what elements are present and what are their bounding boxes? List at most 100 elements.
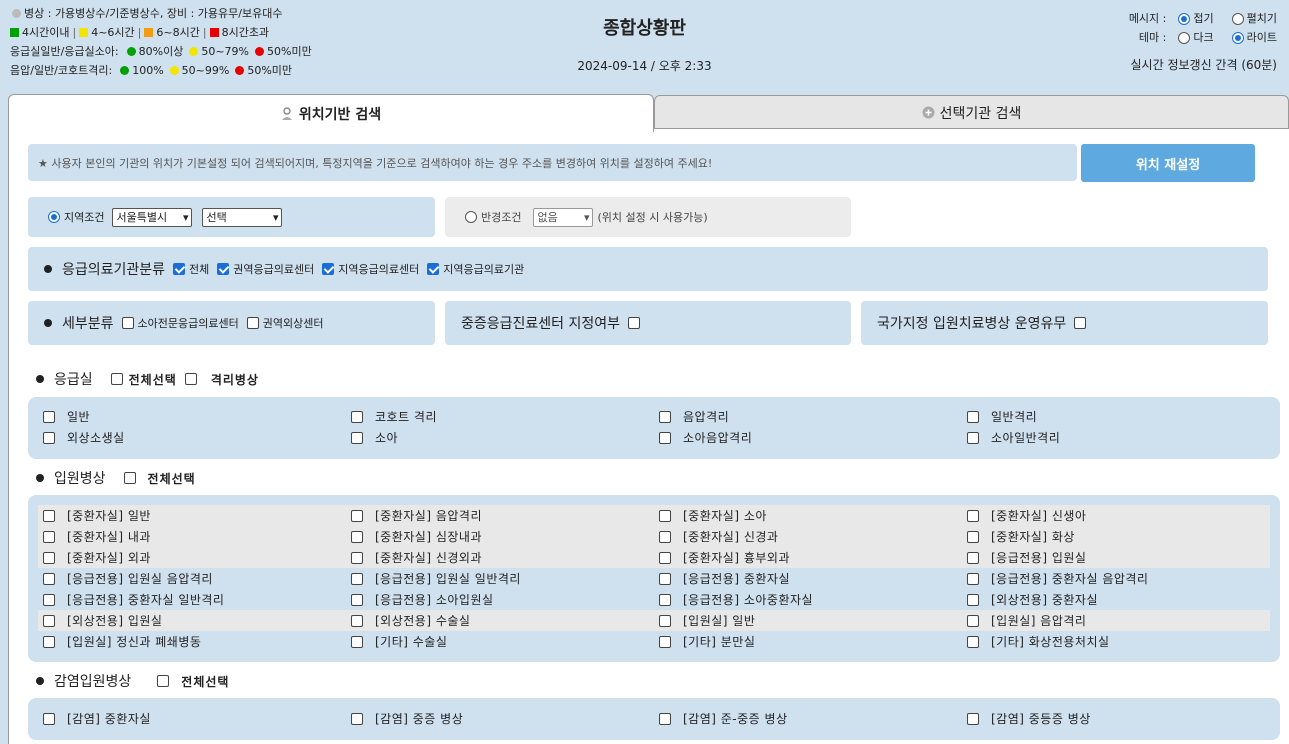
tab-institution-search[interactable]: 선택기관 검색 bbox=[654, 95, 1289, 129]
inpatient-checkbox[interactable] bbox=[351, 593, 363, 606]
inpatient-checkbox[interactable] bbox=[967, 635, 979, 648]
er-title: 응급실 bbox=[54, 372, 93, 388]
inpatient-checkbox[interactable] bbox=[659, 551, 671, 564]
category-options: 전체 권역응급의료센터 지역응급의료센터 지역응급의료기관 bbox=[173, 261, 532, 277]
inpatient-checkbox[interactable] bbox=[43, 551, 55, 564]
theme-label: 테마 : bbox=[1138, 31, 1167, 44]
radius-condition-radio[interactable] bbox=[465, 211, 477, 223]
location-reset-button[interactable]: 위치 재설정 bbox=[1081, 144, 1255, 182]
er-checkbox[interactable] bbox=[967, 431, 979, 444]
radius-select[interactable]: 없음 bbox=[533, 207, 594, 227]
inpatient-checkbox[interactable] bbox=[967, 614, 979, 627]
theme-dark-radio[interactable] bbox=[1178, 31, 1191, 44]
inpatient-checkbox[interactable] bbox=[43, 530, 55, 543]
inpatient-checkbox[interactable] bbox=[43, 614, 55, 627]
national-bed-checkbox[interactable] bbox=[1074, 317, 1087, 329]
inpatient-checkbox[interactable] bbox=[43, 593, 55, 606]
inpatient-checkbox[interactable] bbox=[351, 509, 363, 522]
inpatient-checkbox[interactable] bbox=[351, 530, 363, 543]
category-option: 권역응급의료센터 bbox=[217, 261, 314, 277]
inpatient-checkbox[interactable] bbox=[351, 614, 363, 627]
inpatient-label: [중환자실] 심장내과 bbox=[375, 530, 482, 544]
er-checkbox[interactable] bbox=[967, 410, 979, 423]
inpatient-checkbox[interactable] bbox=[659, 572, 671, 585]
inpatient-checkbox[interactable] bbox=[351, 572, 363, 585]
inpatient-checkbox[interactable] bbox=[659, 509, 671, 522]
er-isolation-checkbox[interactable] bbox=[184, 373, 197, 385]
er-select-all-checkbox[interactable] bbox=[110, 373, 123, 385]
inpatient-label: [응급전용] 입원실 일반격리 bbox=[375, 572, 521, 586]
inpatient-checkbox[interactable] bbox=[659, 635, 671, 648]
inpatient-checkbox[interactable] bbox=[967, 551, 979, 564]
inpatient-checkbox[interactable] bbox=[43, 509, 55, 522]
er-checkbox[interactable] bbox=[659, 431, 671, 444]
infection-checkbox[interactable] bbox=[43, 712, 55, 725]
infection-select-all-checkbox[interactable] bbox=[157, 675, 170, 687]
national-bed-box: 국가지정 입원치료병상 운영유무 bbox=[861, 301, 1268, 345]
subcategory-box: 세부분류 소아전문응급의료센터 권역외상센터 bbox=[28, 301, 435, 345]
region-condition-radio[interactable] bbox=[48, 211, 60, 223]
trauma-center-checkbox[interactable] bbox=[246, 317, 259, 329]
inpatient-checkbox[interactable] bbox=[659, 593, 671, 606]
infection-title: 감염입원병상 bbox=[54, 674, 132, 690]
message-collapse-label: 접기 bbox=[1193, 12, 1214, 25]
inpatient-checkbox[interactable] bbox=[43, 635, 55, 648]
person-icon bbox=[281, 106, 293, 121]
infection-checkbox[interactable] bbox=[659, 712, 671, 725]
inpatient-checkbox[interactable] bbox=[43, 572, 55, 585]
inpatient-select-all-checkbox[interactable] bbox=[123, 472, 136, 484]
inpatient-label: [중환자실] 음압격리 bbox=[375, 509, 482, 523]
inpatient-checkbox[interactable] bbox=[967, 509, 979, 522]
sido-select[interactable]: 서울특별시 bbox=[112, 207, 193, 227]
national-bed-label: 국가지정 입원치료병상 운영유무 bbox=[877, 316, 1067, 332]
inpatient-title: 입원병상 bbox=[54, 471, 106, 487]
pediatric-center-checkbox[interactable] bbox=[121, 317, 134, 329]
category-checkbox[interactable] bbox=[217, 263, 230, 275]
region-condition-box: 지역조건 서울특별시 선택 bbox=[28, 197, 435, 237]
message-collapse-radio[interactable] bbox=[1178, 12, 1191, 25]
inpatient-checkbox[interactable] bbox=[967, 530, 979, 543]
inpatient-label: [응급전용] 입원실 bbox=[991, 551, 1087, 565]
inpatient-checkbox[interactable] bbox=[967, 572, 979, 585]
inpatient-checkbox[interactable] bbox=[967, 593, 979, 606]
inpatient-checkbox[interactable] bbox=[351, 551, 363, 564]
infection-checkbox[interactable] bbox=[351, 712, 363, 725]
inpatient-checkbox[interactable] bbox=[659, 530, 671, 543]
inpatient-checkbox[interactable] bbox=[659, 614, 671, 627]
theme-dark-label: 다크 bbox=[1193, 31, 1214, 44]
inpatient-label: [외상전용] 중환자실 bbox=[991, 593, 1098, 607]
category-checkbox[interactable] bbox=[173, 263, 186, 275]
theme-light-radio[interactable] bbox=[1231, 31, 1244, 44]
er-option: 일반격리 bbox=[967, 408, 1037, 425]
tab-location-search[interactable]: 위치기반 검색 bbox=[8, 94, 654, 132]
inpatient-label: [입원실] 정신과 폐쇄병동 bbox=[67, 635, 202, 649]
er-checkbox[interactable] bbox=[43, 431, 55, 444]
er-checkbox[interactable] bbox=[43, 410, 55, 423]
er-label: 소아음압격리 bbox=[683, 431, 753, 445]
er-checkbox[interactable] bbox=[351, 431, 363, 444]
er-checkbox[interactable] bbox=[659, 410, 671, 423]
er-checkbox[interactable] bbox=[351, 410, 363, 423]
inpatient-row: [응급전용] 입원실 음압격리 [응급전용] 입원실 일반격리 [응급전용] 중환자… bbox=[38, 568, 1270, 589]
infection-checkbox[interactable] bbox=[967, 712, 979, 725]
inpatient-label: [응급전용] 중환자실 일반격리 bbox=[67, 593, 225, 607]
inpatient-option: [입원실] 정신과 폐쇄병동 bbox=[43, 633, 201, 650]
category-checkbox[interactable] bbox=[322, 263, 335, 275]
inpatient-label: [외상전용] 수술실 bbox=[375, 614, 471, 628]
radius-note: (위치 설정 시 사용가능) bbox=[597, 211, 708, 224]
inpatient-option: [외상전용] 중환자실 bbox=[967, 591, 1098, 608]
inpatient-label: [기타] 화상전용처치실 bbox=[991, 635, 1110, 649]
sigungu-select[interactable]: 선택 bbox=[202, 207, 283, 227]
message-expand-radio[interactable] bbox=[1231, 12, 1244, 25]
display-options: 메시지 : 접기 펼치기 테마 : 다크 라이트 bbox=[1129, 9, 1277, 47]
bullet-icon bbox=[36, 375, 44, 383]
subcategory-title: 세부분류 bbox=[62, 316, 114, 332]
inpatient-label: [중환자실] 신생아 bbox=[991, 509, 1087, 523]
severe-center-checkbox[interactable] bbox=[628, 317, 641, 329]
inpatient-option: [응급전용] 소아입원실 bbox=[351, 591, 494, 608]
er-option: 소아음압격리 bbox=[659, 429, 752, 446]
category-checkbox[interactable] bbox=[427, 263, 440, 275]
inpatient-checkbox[interactable] bbox=[351, 635, 363, 648]
inpatient-option: [중환자실] 내과 bbox=[43, 528, 151, 545]
er-option: 소아일반격리 bbox=[967, 429, 1060, 446]
